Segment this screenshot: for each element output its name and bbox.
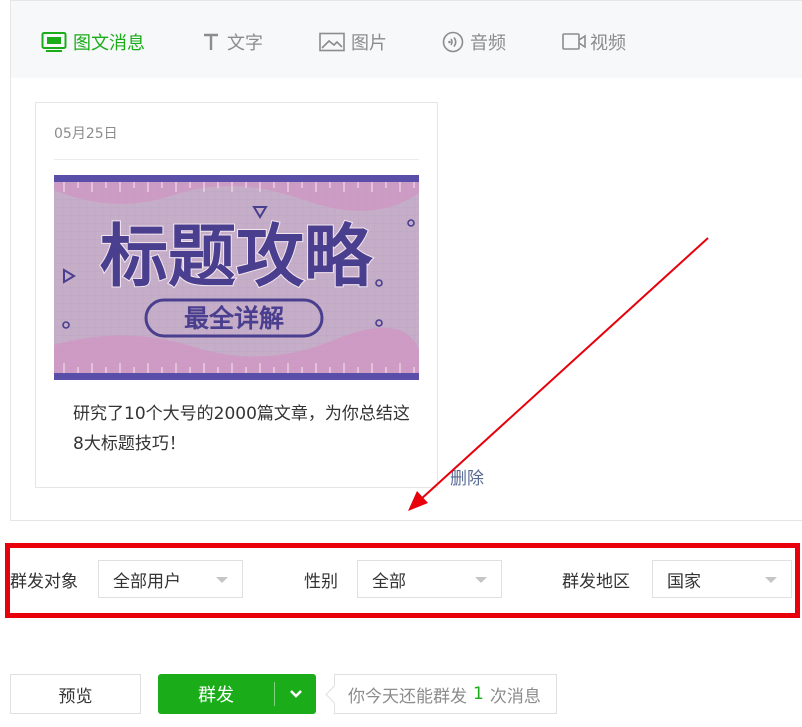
chevron-down-icon (289, 690, 302, 698)
tab-label: 图文消息 (73, 33, 145, 54)
tab-image[interactable]: 图片 (319, 29, 387, 55)
article-cover-image: 标题攻略 最全详解 (54, 175, 419, 380)
video-icon (562, 32, 588, 52)
quota-prefix: 你今天还能群发 (348, 686, 467, 707)
annotation-highlight-box (5, 543, 800, 618)
article-card[interactable]: 05月25日 标题攻略 最全详解 研究了10个大号的2000篇文章，为你总结这8… (35, 102, 438, 488)
tab-label: 图片 (351, 33, 387, 54)
image-icon (319, 32, 345, 52)
tab-video[interactable]: 视频 (562, 29, 626, 55)
preview-button[interactable]: 预览 (10, 674, 141, 714)
send-quota-tip: 你今天还能群发 1 次消息 (334, 674, 557, 714)
newsfeed-icon (41, 31, 67, 53)
quota-count: 1 (473, 684, 484, 704)
cover-headline: 标题攻略 (100, 218, 373, 297)
tab-text[interactable]: 文字 (201, 29, 263, 55)
cover-subline: 最全详解 (184, 304, 284, 333)
message-type-tabbar: 图文消息 文字 图片 音频 视频 (10, 0, 802, 78)
quota-suffix: 次消息 (489, 686, 541, 707)
divider (54, 159, 419, 160)
tab-newsfeed[interactable]: 图文消息 (41, 29, 145, 55)
send-options-dropdown[interactable] (275, 689, 316, 699)
send-button-label: 群发 (198, 685, 234, 706)
tab-audio[interactable]: 音频 (442, 29, 506, 55)
text-icon (201, 32, 221, 52)
send-button[interactable]: 群发 (158, 674, 316, 714)
tab-label: 视频 (590, 33, 626, 54)
audio-icon (442, 31, 464, 53)
article-title: 研究了10个大号的2000篇文章，为你总结这8大标题技巧！ (73, 404, 410, 454)
delete-link[interactable]: 删除 (450, 464, 484, 489)
tab-label: 文字 (227, 33, 263, 54)
tab-label: 音频 (470, 33, 506, 54)
article-date: 05月25日 (54, 126, 118, 142)
